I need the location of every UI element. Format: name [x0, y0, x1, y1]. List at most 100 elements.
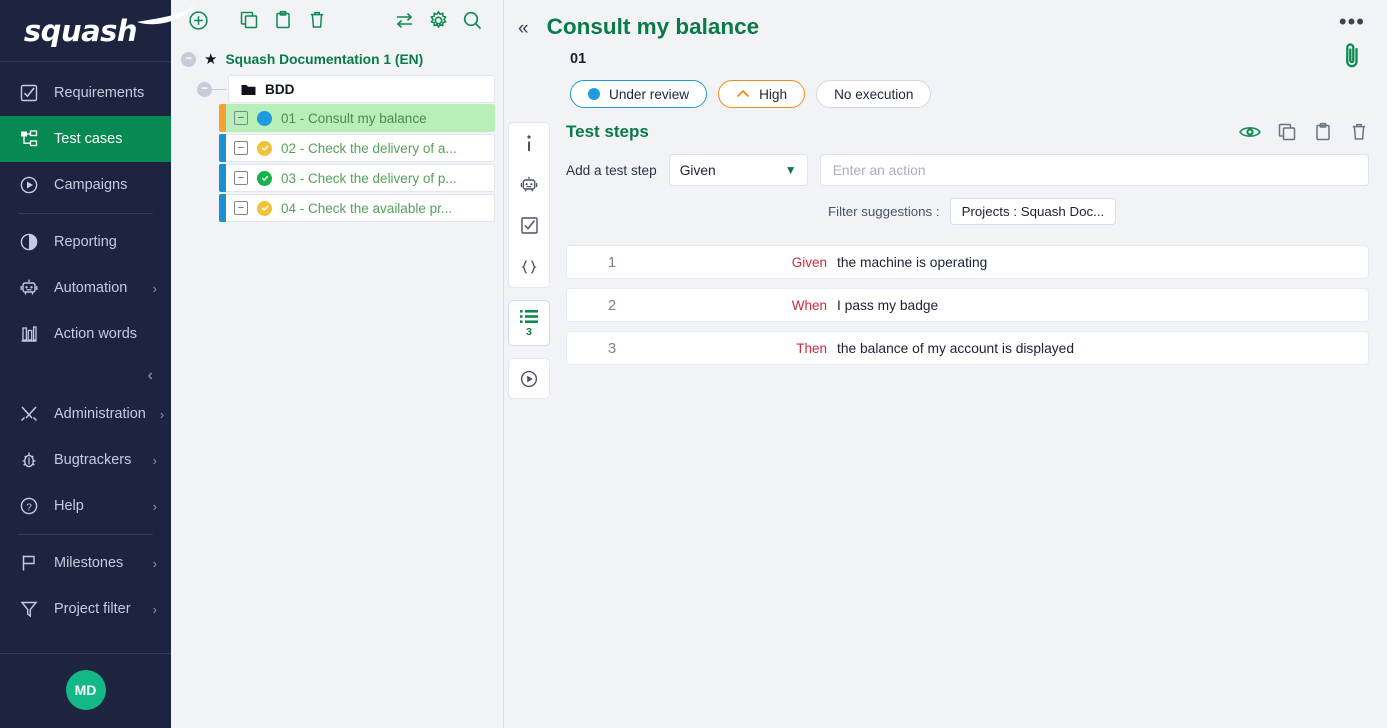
sidebar-item-help[interactable]: ? Help ›	[0, 483, 171, 529]
tab-parameters[interactable]	[509, 205, 549, 246]
tree-folder-card[interactable]: BDD	[228, 75, 495, 103]
badge-group: Under review High No execution	[570, 80, 1369, 108]
folder-icon	[241, 83, 256, 96]
collapse-toggle-icon[interactable]: −	[234, 171, 248, 185]
tree-testcase-list: − 01 - Consult my balance − 02 - Check t…	[175, 104, 495, 222]
sidebar-item-automation[interactable]: Automation ›	[0, 265, 171, 311]
collapse-sidebar-button[interactable]: ‹	[148, 367, 153, 385]
execution-status-badge[interactable]: No execution	[816, 80, 931, 108]
chevron-right-icon: ›	[160, 407, 164, 422]
sidebar-footer: MD	[0, 653, 171, 728]
settings-icon[interactable]	[421, 3, 455, 37]
tab-automation[interactable]	[509, 164, 549, 205]
collapse-tree-button[interactable]: «	[518, 17, 529, 38]
chevron-right-icon: ›	[153, 499, 157, 514]
copy-icon[interactable]	[1277, 122, 1297, 142]
tree-connector	[212, 89, 226, 90]
tree-node-test-case[interactable]: − 02 - Check the delivery of a...	[219, 134, 495, 162]
tree-folder-node[interactable]: − BDD	[175, 74, 495, 104]
more-options-icon[interactable]: •••	[1339, 16, 1365, 28]
sidebar-collapse-row: ‹	[0, 357, 171, 391]
chevron-up-icon	[736, 89, 750, 99]
sidebar-item-label: Reporting	[54, 234, 157, 250]
sidebar-item-milestones[interactable]: Milestones ›	[0, 540, 171, 586]
add-icon[interactable]	[181, 3, 215, 37]
tree-folder-label: BDD	[265, 82, 294, 97]
delete-icon[interactable]	[300, 3, 334, 37]
step-text: the machine is operating	[837, 255, 987, 270]
keyword-select[interactable]: Given ▼	[669, 154, 808, 186]
question-circle-icon: ?	[18, 495, 40, 517]
collapse-toggle-icon[interactable]: −	[234, 141, 248, 155]
test-step-row[interactable]: 1 Given the machine is operating	[566, 245, 1369, 279]
test-steps-section: Test steps	[550, 122, 1387, 728]
priority-badge[interactable]: High	[718, 80, 805, 108]
search-icon[interactable]	[455, 3, 489, 37]
tree-root-node[interactable]: − ★ Squash Documentation 1 (EN)	[175, 44, 495, 74]
step-number: 2	[567, 297, 657, 314]
test-steps-title: Test steps	[566, 122, 649, 142]
app-logo[interactable]: squash	[0, 0, 171, 62]
sidebar-item-label: Requirements	[54, 85, 157, 101]
chevron-down-icon: ▼	[785, 163, 797, 177]
bug-icon	[18, 449, 40, 471]
tree-node-test-case[interactable]: − 01 - Consult my balance	[219, 104, 495, 132]
columns-icon	[18, 323, 40, 345]
tree-node-test-case[interactable]: − 04 - Check the available pr...	[219, 194, 495, 222]
sidebar-item-label: Campaigns	[54, 177, 157, 193]
test-step-row[interactable]: 3 Then the balance of my account is disp…	[566, 331, 1369, 365]
tab-information[interactable]	[509, 123, 549, 164]
test-case-tree-panel: − ★ Squash Documentation 1 (EN) − BDD −	[171, 0, 504, 728]
step-number: 1	[567, 254, 657, 271]
step-keyword: When	[657, 298, 837, 313]
node-color-bar	[219, 104, 226, 132]
preview-eye-icon[interactable]	[1239, 124, 1261, 140]
main-body: 3 Test steps	[504, 122, 1387, 728]
tab-code[interactable]	[509, 246, 549, 287]
collapse-toggle-icon[interactable]: −	[197, 82, 212, 97]
title-row: « Consult my balance	[518, 14, 1369, 40]
test-case-header: « Consult my balance 01 Under review Hig…	[504, 0, 1387, 108]
test-steps-list: 1 Given the machine is operating 2 When …	[566, 245, 1369, 365]
collapse-toggle-icon[interactable]: −	[181, 52, 196, 67]
test-step-row[interactable]: 2 When I pass my badge	[566, 288, 1369, 322]
collapse-toggle-icon[interactable]: −	[234, 201, 248, 215]
collapse-toggle-icon[interactable]: −	[234, 111, 248, 125]
avatar[interactable]: MD	[66, 670, 106, 710]
sidebar-item-reporting[interactable]: Reporting	[0, 219, 171, 265]
tree-node-card[interactable]: − 02 - Check the delivery of a...	[226, 134, 495, 162]
tree-node-label: 04 - Check the available pr...	[281, 201, 452, 216]
tab-rail-group-primary	[508, 122, 550, 288]
attachment-paperclip-icon[interactable]	[1341, 40, 1363, 75]
paste-icon[interactable]	[266, 3, 300, 37]
robot-icon	[18, 277, 40, 299]
tree-node-test-case[interactable]: − 03 - Check the delivery of p...	[219, 164, 495, 192]
funnel-icon	[18, 598, 40, 620]
sidebar-item-bugtrackers[interactable]: Bugtrackers ›	[0, 437, 171, 483]
information-icon	[520, 133, 538, 155]
pie-chart-icon	[18, 231, 40, 253]
sidebar-divider	[18, 534, 153, 535]
delete-icon[interactable]	[1349, 122, 1369, 142]
checkbox-icon	[520, 216, 539, 235]
tree-node-card[interactable]: − 03 - Check the delivery of p...	[226, 164, 495, 192]
filter-project-chip[interactable]: Projects : Squash Doc...	[950, 198, 1117, 225]
status-badge[interactable]: Under review	[570, 80, 707, 108]
paste-icon[interactable]	[1313, 122, 1333, 142]
code-braces-icon	[519, 257, 539, 277]
action-input[interactable]	[820, 154, 1369, 186]
sitemap-icon	[18, 128, 40, 150]
sidebar-item-requirements[interactable]: Requirements	[0, 70, 171, 116]
tree-node-card[interactable]: − 04 - Check the available pr...	[226, 194, 495, 222]
transfer-icon[interactable]	[387, 3, 421, 37]
sidebar-item-test-cases[interactable]: Test cases	[0, 116, 171, 162]
sidebar-item-project-filter[interactable]: Project filter ›	[0, 586, 171, 632]
sidebar-item-label: Project filter	[54, 601, 139, 617]
sidebar-item-campaigns[interactable]: Campaigns	[0, 162, 171, 208]
sidebar-item-administration[interactable]: Administration ›	[0, 391, 171, 437]
sidebar-item-action-words[interactable]: Action words	[0, 311, 171, 357]
tab-executions[interactable]	[508, 358, 550, 399]
tree-node-card[interactable]: − 01 - Consult my balance	[226, 104, 495, 132]
copy-icon[interactable]	[232, 3, 266, 37]
tab-test-steps[interactable]: 3	[508, 300, 550, 346]
